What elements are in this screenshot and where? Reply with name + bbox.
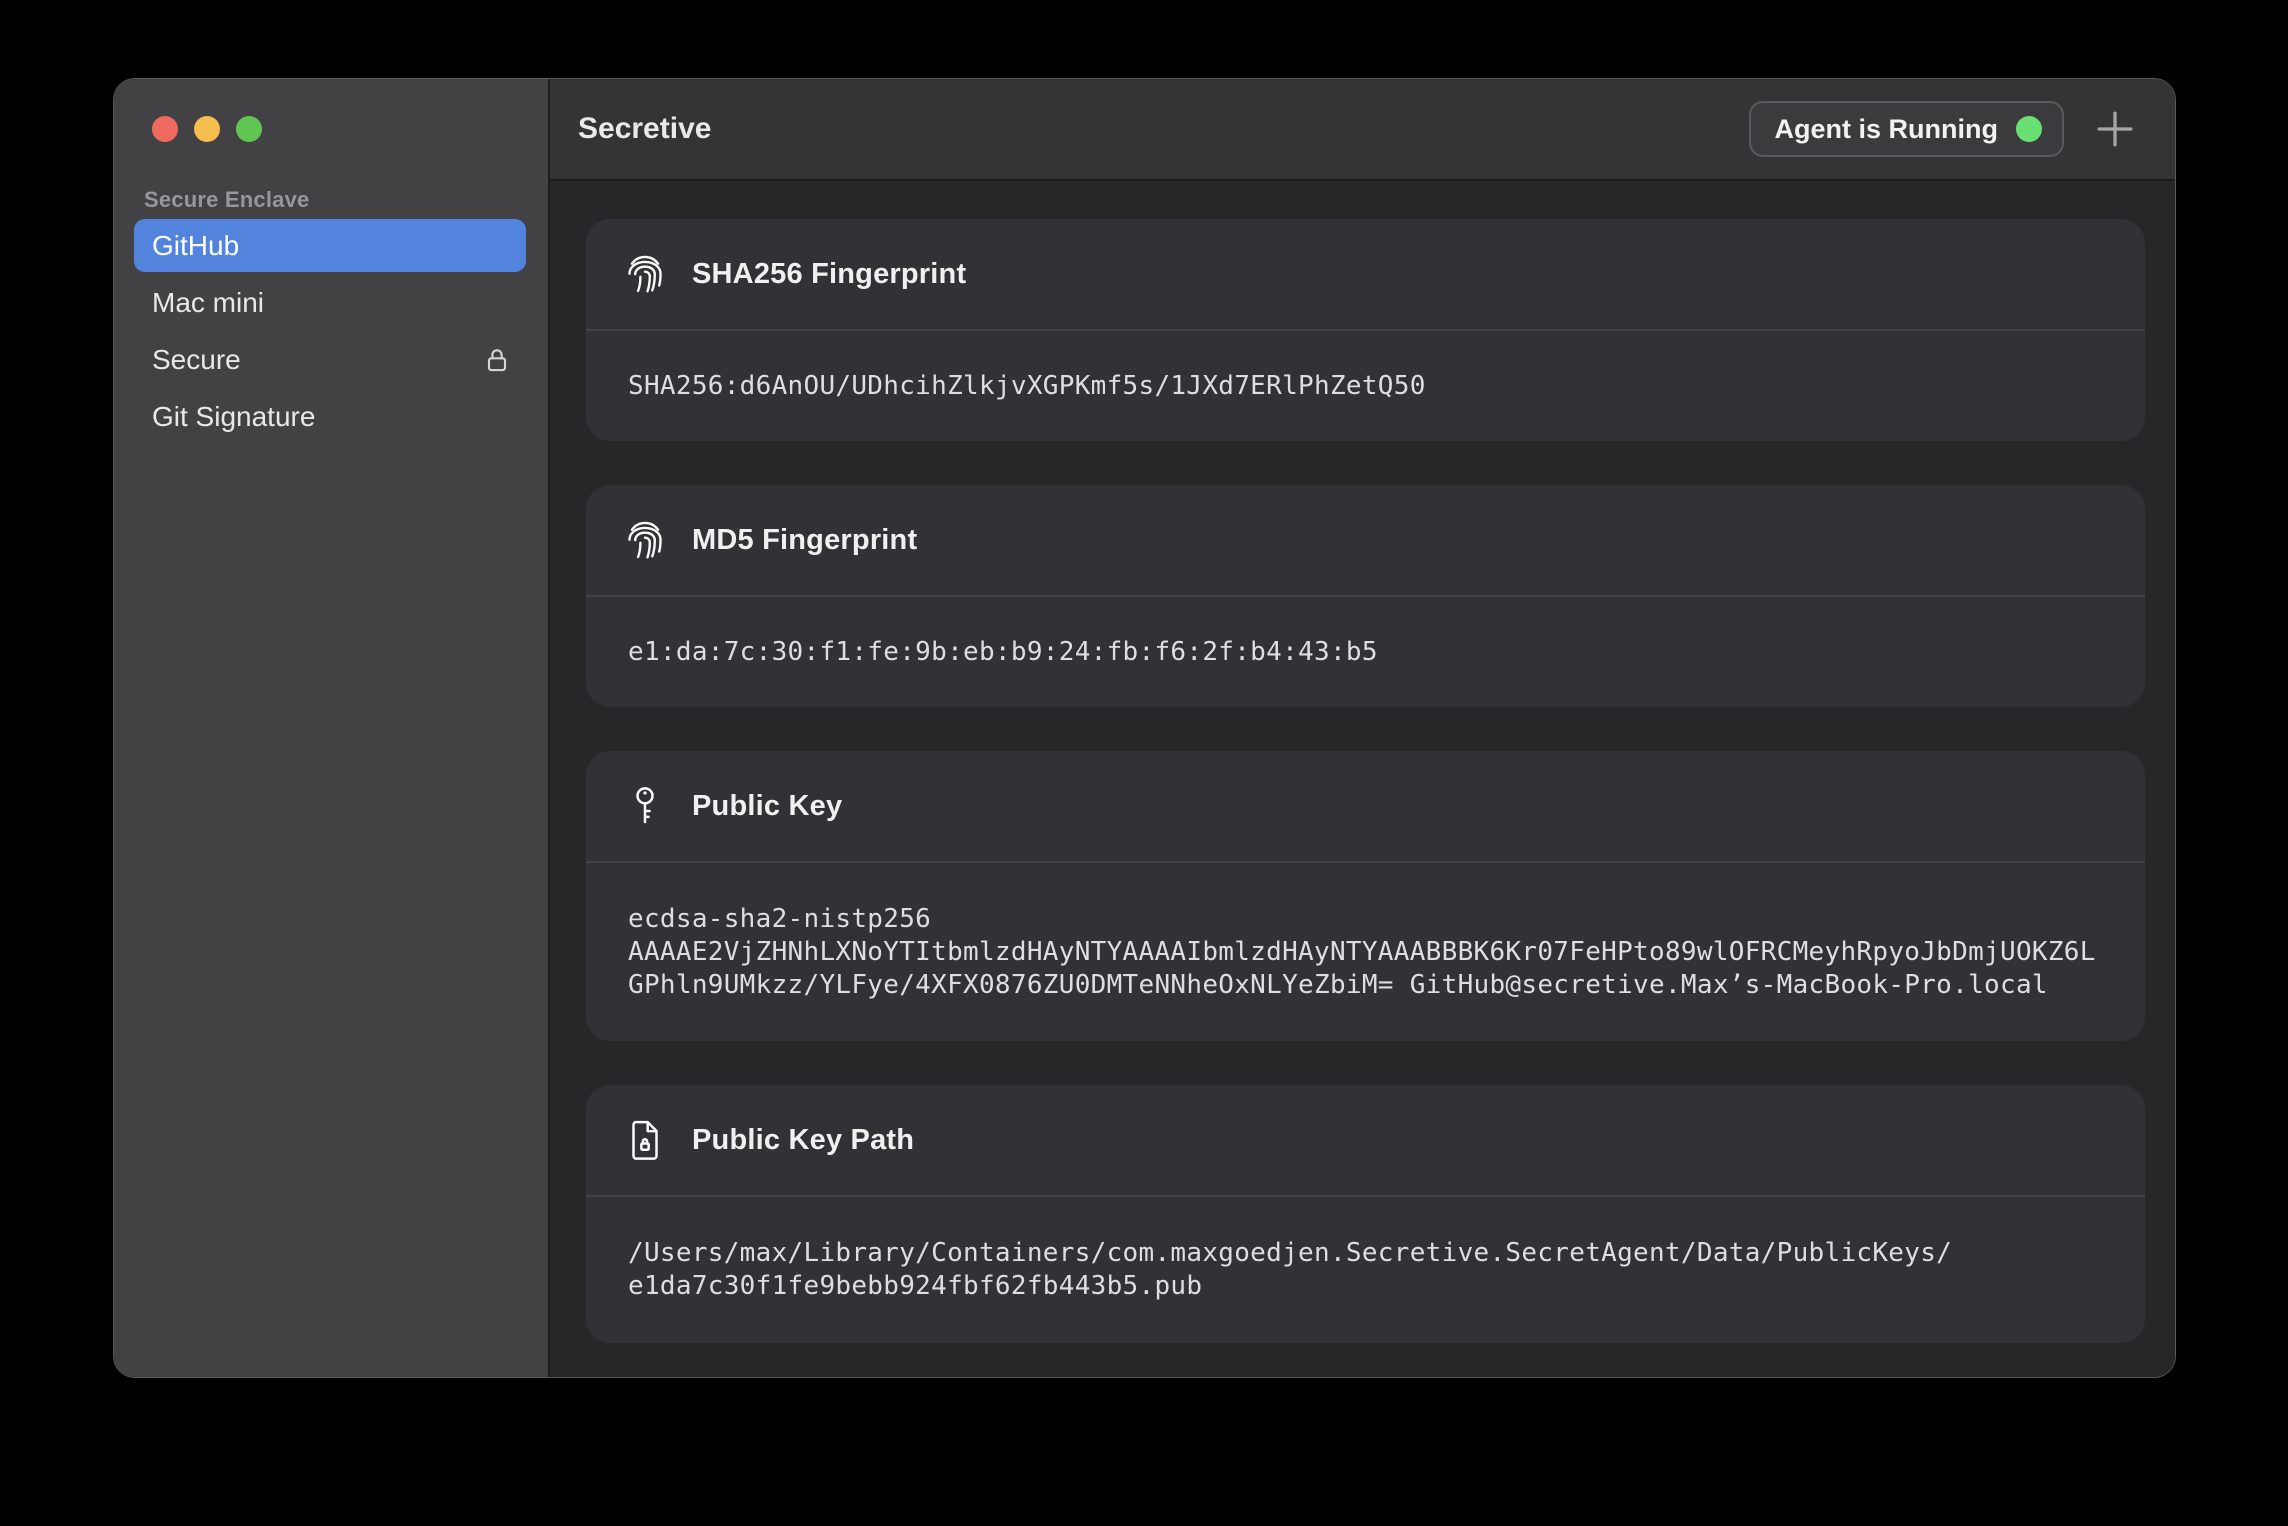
card-value-area: e1:da:7c:30:f1:fe:9b:eb:b9:24:fb:f6:2f:b…	[586, 597, 2145, 707]
sidebar-item-git-signature[interactable]: Git Signature	[134, 390, 526, 443]
card-value-area: /​Users/​max/​Library/​Containers/​com.m…	[586, 1197, 2145, 1343]
sidebar-item-secure[interactable]: Secure	[134, 333, 526, 386]
key-icon	[622, 783, 668, 829]
sidebar-item-label: Git Signature	[152, 401, 315, 433]
sidebar: Secure Enclave GitHub Mac mini Secure Gi…	[114, 79, 550, 1377]
traffic-lights	[152, 116, 262, 142]
agent-status-button[interactable]: Agent is Running	[1749, 101, 2064, 157]
card-header: Public Key Path	[586, 1085, 2145, 1197]
card-title: Public Key Path	[692, 1124, 914, 1157]
close-button[interactable]	[152, 116, 178, 142]
public-key-path-value: /​Users/​max/​Library/​Containers/​com.m…	[628, 1237, 2105, 1303]
public-key-path-card: Public Key Path /​Users/​max/​Library/​C…	[586, 1085, 2145, 1343]
card-title: Public Key	[692, 790, 842, 823]
agent-status-label: Agent is Running	[1775, 114, 1998, 145]
sha256-fingerprint-value: SHA256:d6AnOU/UDhcihZlkjvXGPKmf5s/1JXd7E…	[628, 370, 2105, 403]
public-key-value: ecdsa-sha2-nistp256 AAAAE2VjZHNhLXNoYTIt…	[628, 903, 2105, 1002]
md5-fingerprint-card: MD5 Fingerprint e1:da:7c:30:f1:fe:9b:eb:…	[586, 485, 2145, 707]
sidebar-list: GitHub Mac mini Secure Git Signature	[134, 219, 526, 443]
document-lock-icon	[622, 1117, 668, 1163]
card-title: MD5 Fingerprint	[692, 524, 917, 557]
card-title: SHA256 Fingerprint	[692, 258, 966, 291]
lock-icon	[482, 345, 512, 375]
sidebar-section-label: Secure Enclave	[144, 187, 309, 213]
add-key-button[interactable]	[2092, 106, 2138, 152]
plus-icon	[2093, 107, 2137, 151]
window-title: Secretive	[578, 112, 711, 146]
main-panel: Secretive Agent is Running	[550, 79, 2175, 1377]
card-header: Public Key	[586, 751, 2145, 863]
fingerprint-icon	[622, 517, 668, 563]
sidebar-item-label: GitHub	[152, 230, 239, 262]
sha256-fingerprint-card: SHA256 Fingerprint SHA256:d6AnOU/UDhcihZ…	[586, 219, 2145, 441]
fingerprint-icon	[622, 251, 668, 297]
agent-running-indicator	[2016, 116, 2042, 142]
app-window: Secure Enclave GitHub Mac mini Secure Gi…	[113, 78, 2176, 1378]
sidebar-item-label: Secure	[152, 344, 241, 376]
card-header: SHA256 Fingerprint	[586, 219, 2145, 331]
sidebar-item-github[interactable]: GitHub	[134, 219, 526, 272]
minimize-button[interactable]	[194, 116, 220, 142]
card-value-area: ecdsa-sha2-nistp256 AAAAE2VjZHNhLXNoYTIt…	[586, 863, 2145, 1041]
zoom-button[interactable]	[236, 116, 262, 142]
key-detail-content: SHA256 Fingerprint SHA256:d6AnOU/UDhcihZ…	[550, 181, 2175, 1377]
card-header: MD5 Fingerprint	[586, 485, 2145, 597]
card-value-area: SHA256:d6AnOU/UDhcihZlkjvXGPKmf5s/1JXd7E…	[586, 331, 2145, 441]
sidebar-item-label: Mac mini	[152, 287, 264, 319]
md5-fingerprint-value: e1:da:7c:30:f1:fe:9b:eb:b9:24:fb:f6:2f:b…	[628, 636, 2105, 669]
sidebar-item-mac-mini[interactable]: Mac mini	[134, 276, 526, 329]
public-key-card: Public Key ecdsa-sha2-nistp256 AAAAE2VjZ…	[586, 751, 2145, 1041]
titlebar: Secretive Agent is Running	[550, 79, 2175, 181]
